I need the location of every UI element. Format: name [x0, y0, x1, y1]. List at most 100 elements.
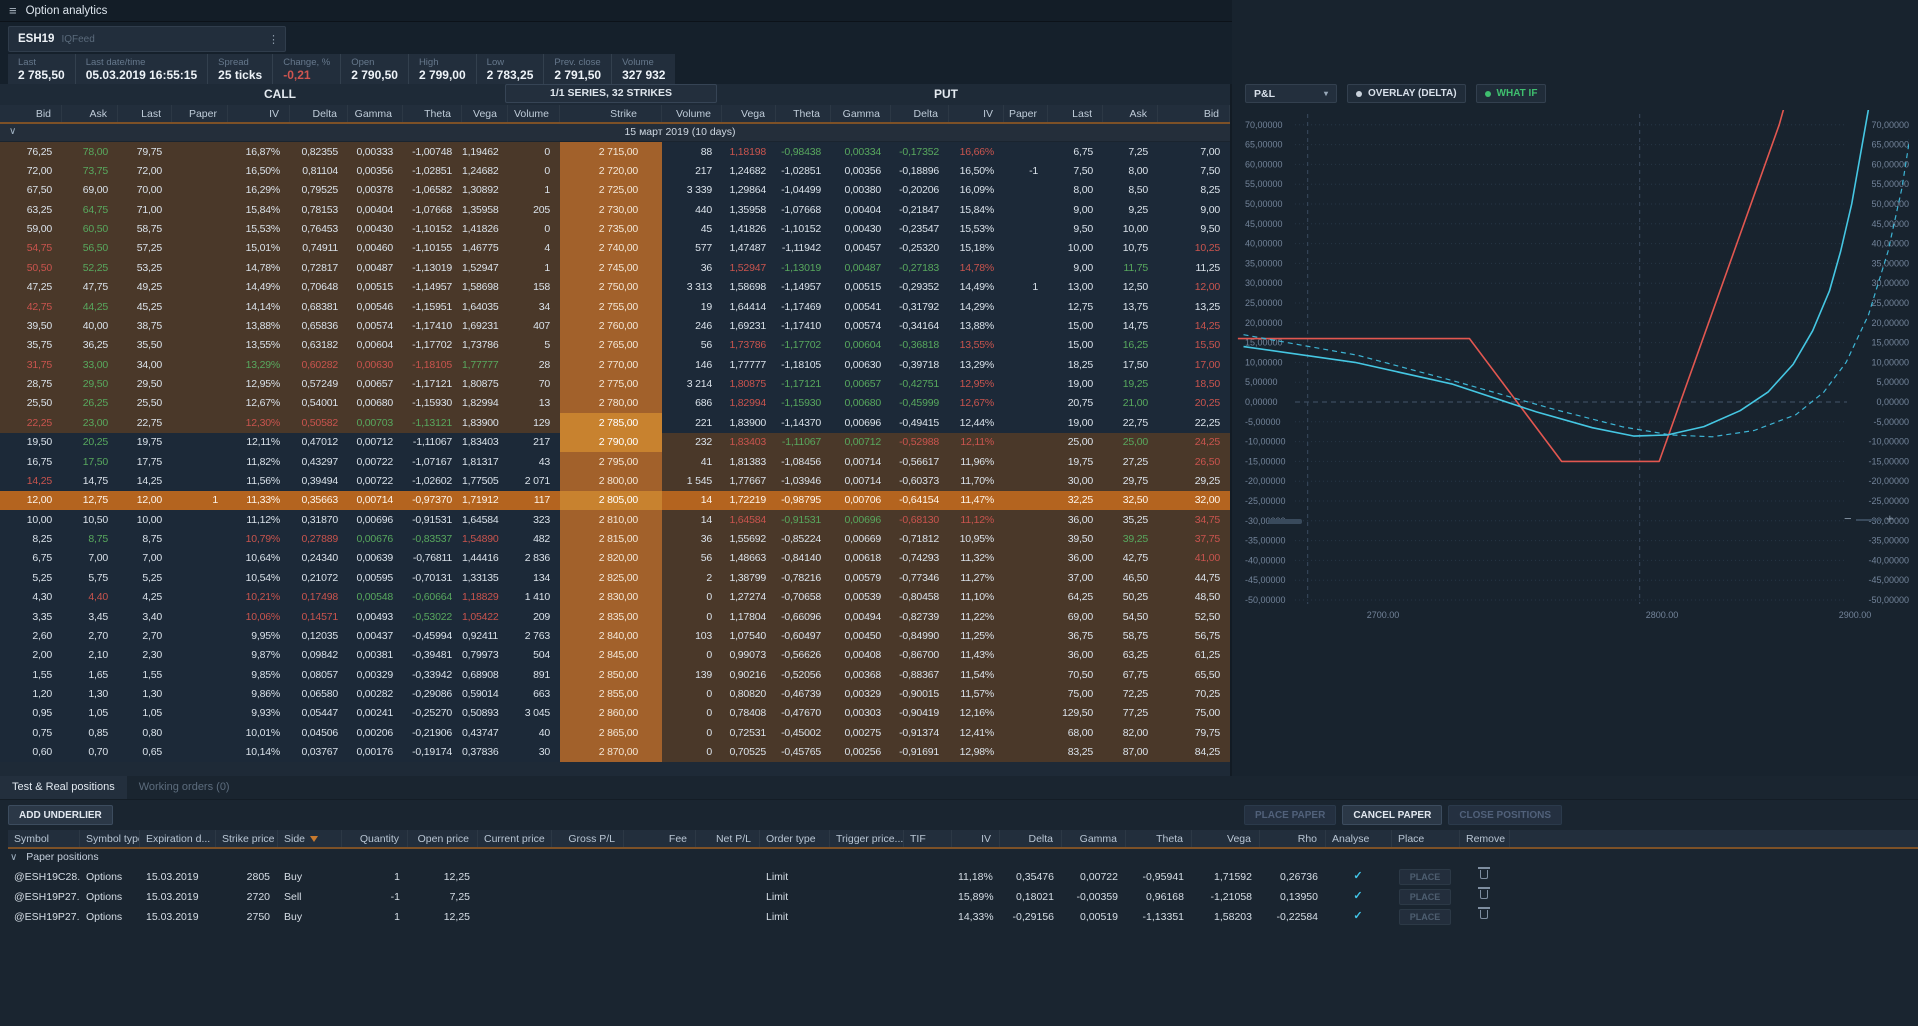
tab-working-orders-0-[interactable]: Working orders (0) [127, 776, 242, 799]
option-row-2760[interactable]: 39,5040,0038,7513,88%0,658360,00574-1,17… [0, 316, 1230, 335]
filter-funnel-icon[interactable] [310, 836, 318, 842]
chain-header-gamma-call[interactable]: Gamma [348, 105, 403, 122]
positions-header-tif[interactable]: TIF [904, 830, 952, 847]
positions-header-trigger-price-[interactable]: Trigger price... [830, 830, 904, 847]
positions-header-symbol[interactable]: Symbol [8, 830, 80, 847]
chain-header-vega-call[interactable]: Vega [462, 105, 508, 122]
chart-scrollbar-handle[interactable] [1268, 519, 1302, 524]
expiry-group-row[interactable]: ∨ 15 март 2019 (10 days) [0, 124, 1230, 142]
position-row[interactable]: @ESH19P27...Options15.03.20192750Buy112,… [8, 907, 1918, 927]
trash-icon[interactable] [1480, 890, 1488, 899]
zoom-in-button[interactable]: + [1886, 511, 1894, 526]
chain-header-volume-call[interactable]: Volume [508, 105, 560, 122]
option-row-2775[interactable]: 28,7529,5029,5012,95%0,572490,00657-1,17… [0, 375, 1230, 394]
add-underlier-button[interactable]: ADD UNDERLIER [8, 805, 113, 825]
chain-header-gamma-put[interactable]: Gamma [831, 105, 891, 122]
option-row-2835[interactable]: 3,353,453,4010,06%0,145710,00493-0,53022… [0, 607, 1230, 626]
pnl-chart[interactable]: 70,0000070,0000065,0000065,0000060,00000… [1237, 104, 1918, 634]
option-row-2735[interactable]: 59,0060,5058,7515,53%0,764530,00430-1,10… [0, 220, 1230, 239]
option-row-2860[interactable]: 0,951,051,059,93%0,054470,00241-0,252700… [0, 704, 1230, 723]
symbol-selector[interactable]: ESH19 IQFeed ⋮ [8, 26, 286, 52]
zoom-out-button[interactable]: − [1844, 511, 1852, 526]
chain-header-iv-call[interactable]: IV [228, 105, 290, 122]
positions-header-open-price[interactable]: Open price [408, 830, 478, 847]
hamburger-menu-icon[interactable]: ≡ [9, 3, 17, 18]
chain-header-volume-put[interactable]: Volume [662, 105, 722, 122]
option-row-2715[interactable]: 76,2578,0079,7516,87%0,823550,00333-1,00… [0, 142, 1230, 161]
chain-header-last-call[interactable]: Last [118, 105, 172, 122]
positions-header-iv[interactable]: IV [952, 830, 1000, 847]
option-row-2765[interactable]: 35,7536,2535,5013,55%0,631820,00604-1,17… [0, 336, 1230, 355]
option-row-2800[interactable]: 14,2514,7514,2511,56%0,394940,00722-1,02… [0, 471, 1230, 490]
place-order-button[interactable]: PLACE [1399, 889, 1452, 905]
positions-header-symbol-type[interactable]: Symbol type [80, 830, 140, 847]
option-row-2855[interactable]: 1,201,301,309,86%0,065800,00282-0,290860… [0, 685, 1230, 704]
option-row-2725[interactable]: 67,5069,0070,0016,29%0,795250,00378-1,06… [0, 181, 1230, 200]
option-row-2720[interactable]: 72,0073,7572,0016,50%0,811040,00356-1,02… [0, 161, 1230, 180]
chain-header-paper-call[interactable]: Paper [172, 105, 228, 122]
chain-header-bid-put[interactable]: Bid [1158, 105, 1230, 122]
option-row-2795[interactable]: 16,7517,5017,7511,82%0,432970,00722-1,07… [0, 452, 1230, 471]
place-order-button[interactable]: PLACE [1399, 909, 1452, 925]
overlay-delta-toggle[interactable]: OVERLAY (DELTA) [1347, 84, 1466, 103]
option-row-2815[interactable]: 8,258,758,7510,79%0,278890,00676-0,83537… [0, 530, 1230, 549]
option-row-2830[interactable]: 4,304,404,2510,21%0,174980,00548-0,60664… [0, 588, 1230, 607]
analyse-checkbox[interactable]: ✓ [1326, 867, 1392, 887]
positions-header-net-p-l[interactable]: Net P/L [696, 830, 760, 847]
option-row-2790[interactable]: 19,5020,2519,7512,11%0,470120,00712-1,11… [0, 433, 1230, 452]
option-row-2840[interactable]: 2,602,702,709,95%0,120350,00437-0,459940… [0, 626, 1230, 645]
tab-test-real-positions[interactable]: Test & Real positions [0, 776, 127, 799]
option-row-2810[interactable]: 10,0010,5010,0011,12%0,318700,00696-0,91… [0, 510, 1230, 529]
position-row[interactable]: @ESH19C28...Options15.03.20192805Buy112,… [8, 867, 1918, 887]
positions-group-row[interactable]: ∨ Paper positions [0, 849, 1918, 867]
chain-header-theta-put[interactable]: Theta [776, 105, 831, 122]
close-positions-button[interactable]: CLOSE POSITIONS [1448, 805, 1562, 825]
chain-header-delta-call[interactable]: Delta [290, 105, 348, 122]
positions-header-gross-p-l[interactable]: Gross P/L [552, 830, 624, 847]
chain-header-ask-call[interactable]: Ask [62, 105, 118, 122]
option-row-2770[interactable]: 31,7533,0034,0013,29%0,602820,00630-1,18… [0, 355, 1230, 374]
option-row-2745[interactable]: 50,5052,2553,2514,78%0,728170,00487-1,13… [0, 258, 1230, 277]
chain-header-strike[interactable]: Strike [560, 105, 662, 122]
positions-header-quantity[interactable]: Quantity [342, 830, 408, 847]
position-row[interactable]: @ESH19P27...Options15.03.20192720Sell-17… [8, 887, 1918, 907]
positions-header-place[interactable]: Place [1392, 830, 1460, 847]
chain-header-paper-put[interactable]: Paper [1004, 105, 1048, 122]
option-row-2785[interactable]: 22,2523,0022,7512,30%0,505820,00703-1,13… [0, 413, 1230, 432]
positions-header-fee[interactable]: Fee [624, 830, 696, 847]
what-if-toggle[interactable]: WHAT IF [1476, 84, 1547, 103]
chain-header-ask-put[interactable]: Ask [1103, 105, 1158, 122]
analyse-checkbox[interactable]: ✓ [1326, 907, 1392, 927]
trash-icon[interactable] [1480, 910, 1488, 919]
chain-header-delta-put[interactable]: Delta [891, 105, 949, 122]
option-row-2870[interactable]: 0,600,700,6510,14%0,037670,00176-0,19174… [0, 743, 1230, 762]
positions-header-strike-price[interactable]: Strike price [216, 830, 278, 847]
positions-header-vega[interactable]: Vega [1192, 830, 1260, 847]
zoom-slider-track[interactable] [1856, 519, 1882, 521]
chart-mode-select[interactable]: P&L ▾ [1245, 84, 1337, 103]
chain-header-bid-call[interactable]: Bid [0, 105, 62, 122]
positions-header-expiration-d-[interactable]: Expiration d... [140, 830, 216, 847]
place-paper-button[interactable]: PLACE PAPER [1244, 805, 1336, 825]
positions-header-rho[interactable]: Rho [1260, 830, 1326, 847]
option-row-2845[interactable]: 2,002,102,309,87%0,098420,00381-0,394810… [0, 646, 1230, 665]
option-row-2730[interactable]: 63,2564,7571,0015,84%0,781530,00404-1,07… [0, 200, 1230, 219]
positions-header-current-price[interactable]: Current price [478, 830, 552, 847]
trash-icon[interactable] [1480, 870, 1488, 879]
option-row-2825[interactable]: 5,255,755,2510,54%0,210720,00595-0,70131… [0, 568, 1230, 587]
option-row-2780[interactable]: 25,5026,2525,5012,67%0,540010,00680-1,15… [0, 394, 1230, 413]
option-row-2755[interactable]: 42,7544,2545,2514,14%0,683810,00546-1,15… [0, 297, 1230, 316]
kebab-menu-icon[interactable]: ⋮ [268, 33, 279, 46]
collapse-chevron-icon[interactable]: ∨ [9, 126, 16, 137]
option-row-2750[interactable]: 47,2547,7549,2514,49%0,706480,00515-1,14… [0, 278, 1230, 297]
positions-header-gamma[interactable]: Gamma [1062, 830, 1126, 847]
positions-header-side[interactable]: Side [278, 830, 342, 847]
positions-header-order-type[interactable]: Order type [760, 830, 830, 847]
place-order-button[interactable]: PLACE [1399, 869, 1452, 885]
chain-header-vega-put[interactable]: Vega [722, 105, 776, 122]
option-row-2805[interactable]: 12,0012,7512,00111,33%0,356630,00714-0,9… [0, 491, 1230, 510]
cancel-paper-button[interactable]: CANCEL PAPER [1342, 805, 1442, 825]
chain-header-last-put[interactable]: Last [1048, 105, 1103, 122]
chain-header-iv-put[interactable]: IV [949, 105, 1004, 122]
analyse-checkbox[interactable]: ✓ [1326, 887, 1392, 907]
